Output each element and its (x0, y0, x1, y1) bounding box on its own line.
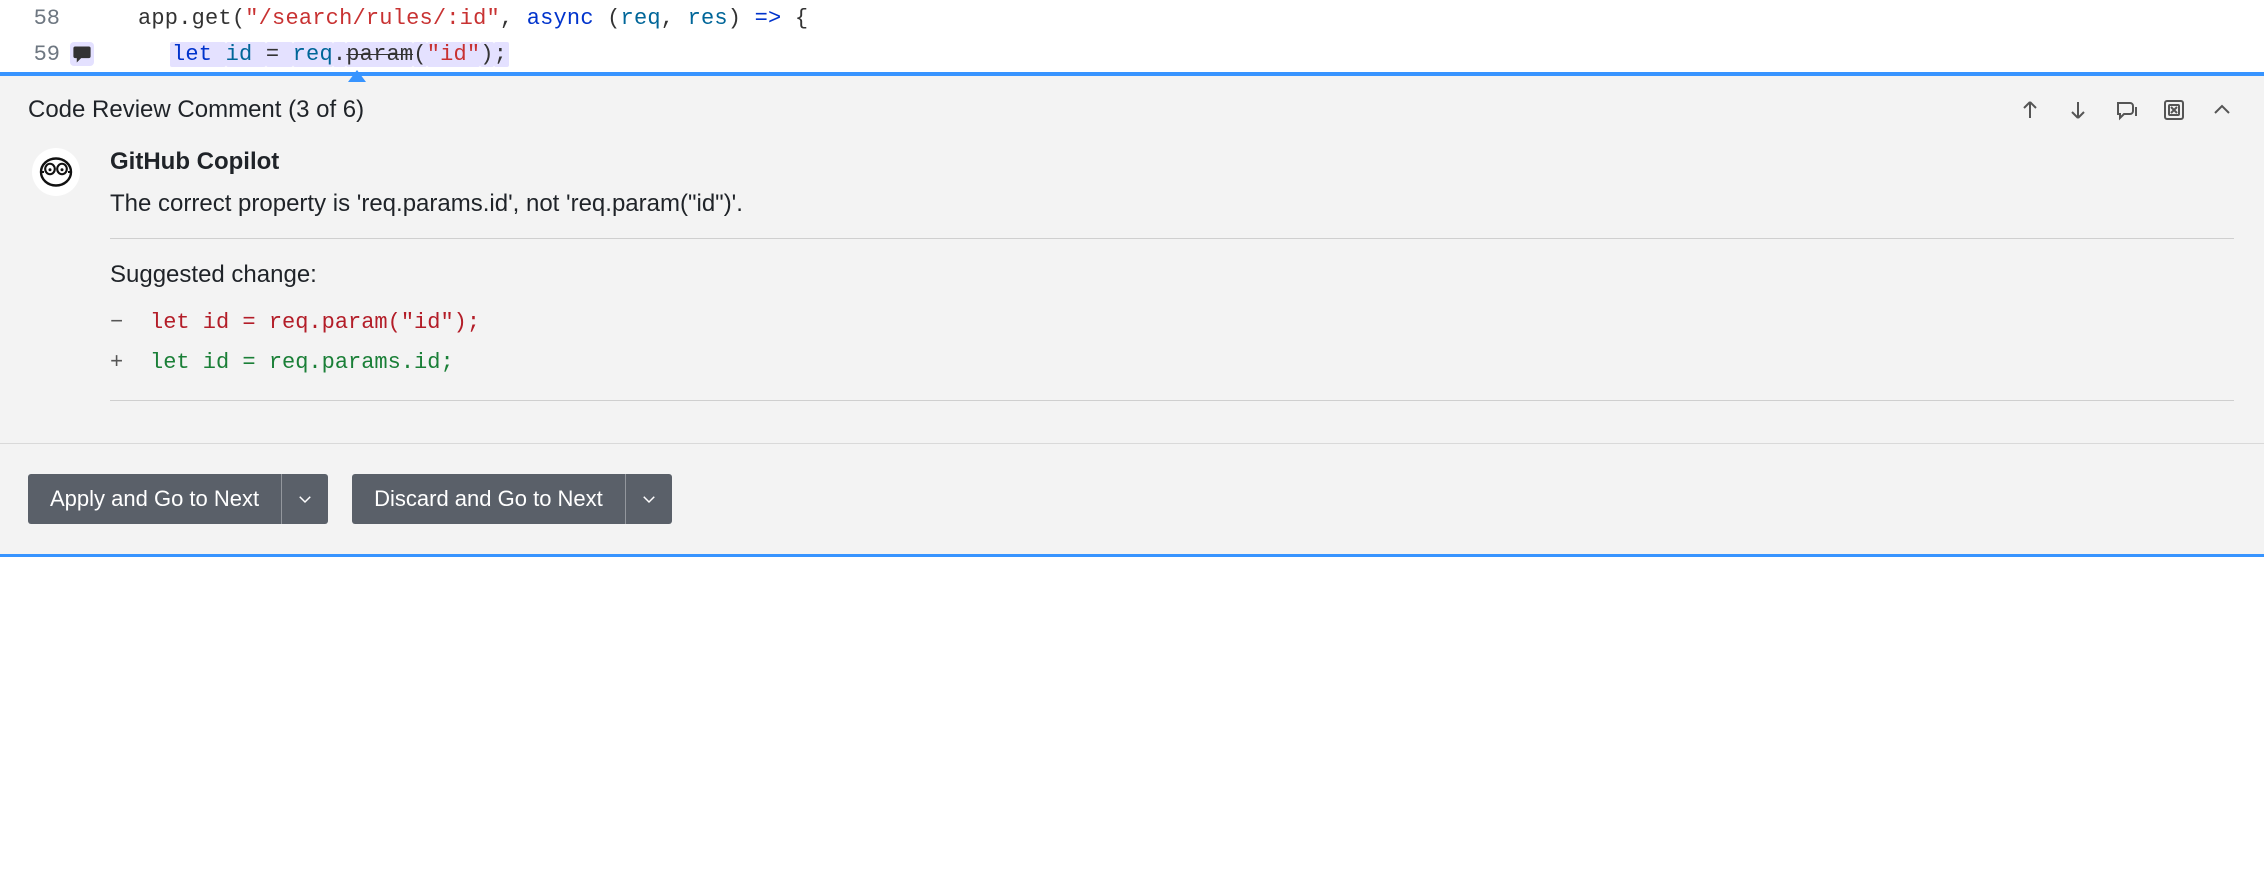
code-line-59[interactable]: 59 let id = req.param("id"); (0, 36, 2264, 72)
apply-button[interactable]: Apply and Go to Next (28, 474, 328, 524)
suggested-change-label: Suggested change: (110, 261, 2234, 289)
next-comment-button[interactable] (2066, 98, 2090, 122)
copilot-avatar-icon (32, 148, 80, 196)
divider (110, 238, 2234, 239)
divider (110, 400, 2234, 401)
reply-icon[interactable] (2114, 98, 2138, 122)
discard-dropdown-button[interactable] (625, 474, 672, 524)
diff-minus-sign: − (110, 303, 150, 343)
diff-plus-sign: + (110, 343, 150, 383)
line-number: 59 (24, 42, 60, 67)
apply-dropdown-button[interactable] (281, 474, 328, 524)
panel-buttons: Apply and Go to Next Discard and Go to N… (28, 474, 2234, 524)
comment-icon[interactable] (70, 42, 94, 66)
diff-block: − let id = req.param("id"); + let id = r… (110, 303, 2234, 382)
gutter: 59 (0, 42, 108, 67)
diff-removed-line: − let id = req.param("id"); (110, 303, 2234, 343)
apply-button-label[interactable]: Apply and Go to Next (28, 474, 281, 524)
previous-comment-button[interactable] (2018, 98, 2042, 122)
comment-message: The correct property is 'req.params.id',… (110, 190, 2234, 218)
panel-header: Code Review Comment (3 of 6) (28, 96, 2234, 124)
code-line-58[interactable]: 58 app.get("/search/rules/:id", async (r… (0, 0, 2264, 36)
panel-separator (0, 72, 2264, 76)
gutter: 58 (0, 6, 108, 31)
line-number: 58 (24, 6, 60, 31)
collapse-panel-button[interactable] (2210, 98, 2234, 122)
comment-body: GitHub Copilot The correct property is '… (32, 148, 2234, 401)
diff-added-line: + let id = req.params.id; (110, 343, 2234, 383)
code-content: app.get("/search/rules/:id", async (req,… (108, 6, 808, 31)
close-panel-icon[interactable] (2162, 98, 2186, 122)
divider (0, 443, 2264, 444)
code-content: let id = req.param("id"); (108, 42, 509, 67)
discard-button[interactable]: Discard and Go to Next (352, 474, 672, 524)
comment-author: GitHub Copilot (110, 148, 2234, 176)
diff-removed-code: let id = req.param("id"); (150, 303, 480, 343)
code-editor[interactable]: 58 app.get("/search/rules/:id", async (r… (0, 0, 2264, 72)
diff-added-code: let id = req.params.id; (150, 343, 454, 383)
panel-actions (2018, 98, 2234, 122)
code-review-comment-panel: Code Review Comment (3 of 6) GitHub Copi (0, 76, 2264, 557)
discard-button-label[interactable]: Discard and Go to Next (352, 474, 625, 524)
panel-title: Code Review Comment (3 of 6) (28, 96, 364, 124)
panel-pointer-icon (348, 70, 366, 82)
